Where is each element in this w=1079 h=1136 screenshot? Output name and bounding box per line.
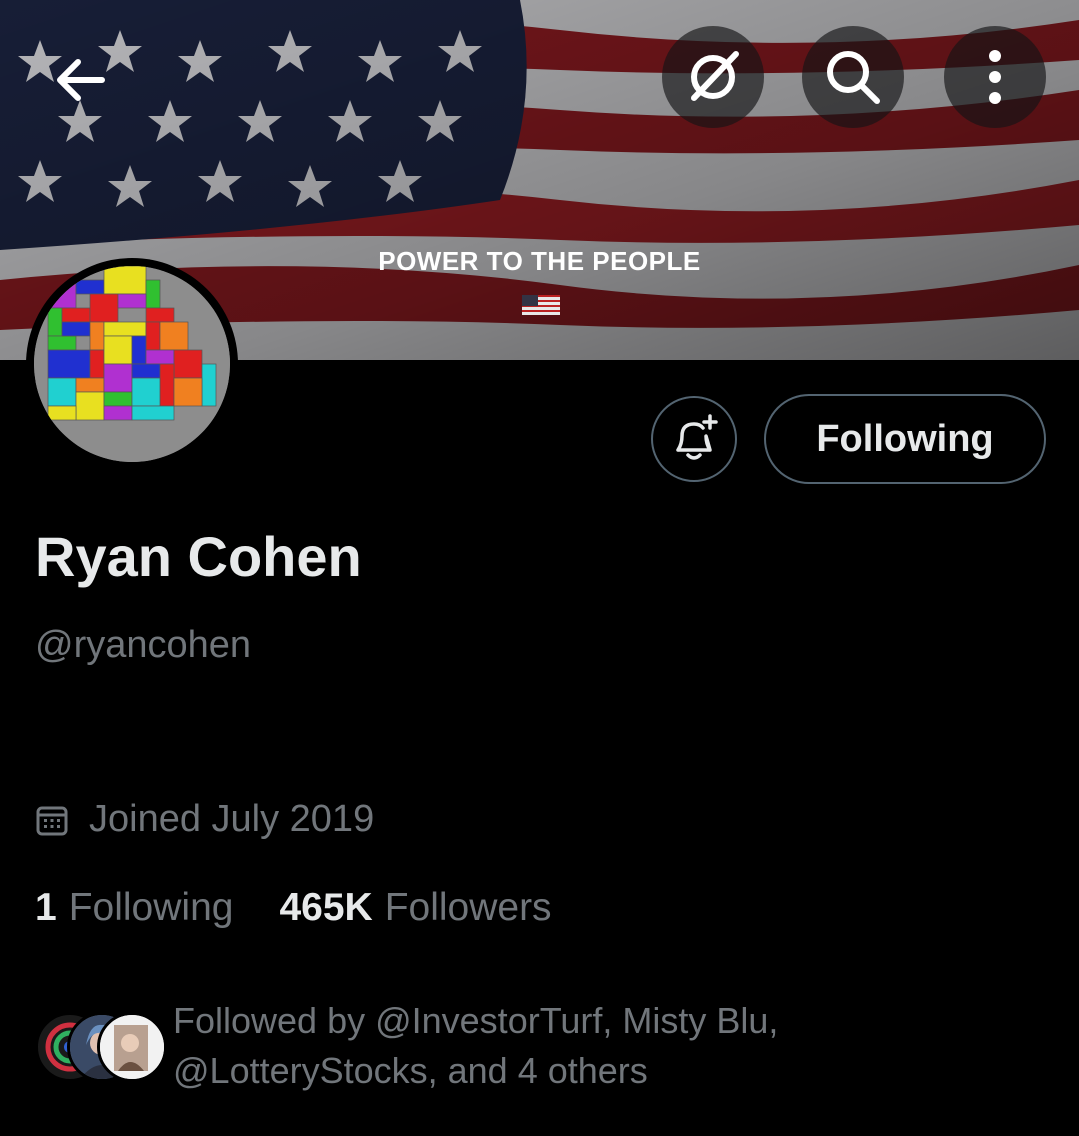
- followed-by-avatars: [35, 1008, 167, 1084]
- grok-button[interactable]: [662, 26, 764, 128]
- following-count: 1: [35, 886, 57, 929]
- following-count-link[interactable]: 1 Following: [35, 886, 233, 930]
- notifications-button[interactable]: [651, 396, 737, 482]
- followed-by-line-2: @LotteryStocks, and 4 others: [173, 1050, 648, 1091]
- followers-count: 465K: [279, 886, 373, 929]
- followers-count-link[interactable]: 465K Followers: [279, 886, 551, 930]
- followed-by-line-1: Followed by @InvestorTurf, Misty Blu,: [173, 1000, 779, 1041]
- display-name: Ryan Cohen: [35, 525, 362, 588]
- username-handle: @ryancohen: [35, 624, 252, 666]
- grok-icon: [691, 51, 739, 101]
- more-options-button[interactable]: [944, 26, 1046, 128]
- search-button[interactable]: [802, 26, 904, 128]
- joined-date: Joined July 2019: [35, 798, 374, 841]
- followers-label: Followers: [384, 886, 552, 929]
- following-label: Following: [68, 886, 234, 929]
- follower-avatar: [97, 1012, 167, 1082]
- back-button[interactable]: [30, 40, 130, 120]
- search-icon: [827, 51, 880, 104]
- tetris-avatar-image: [34, 266, 230, 462]
- followed-by-section[interactable]: Followed by @InvestorTurf, Misty Blu, @L…: [35, 996, 893, 1096]
- bell-plus-icon: [676, 414, 718, 460]
- profile-avatar[interactable]: [26, 258, 238, 470]
- followed-by-text: Followed by @InvestorTurf, Misty Blu, @L…: [173, 996, 893, 1096]
- more-vertical-icon: [989, 50, 1001, 104]
- follow-stats: 1 Following 465K Followers: [35, 886, 552, 930]
- following-button[interactable]: Following: [764, 394, 1046, 484]
- joined-text: Joined July 2019: [89, 798, 375, 840]
- arrow-left-icon: [57, 59, 105, 101]
- us-flag-emoji-icon: [522, 295, 560, 315]
- avatar-image: [34, 266, 230, 462]
- calendar-icon: [35, 803, 69, 837]
